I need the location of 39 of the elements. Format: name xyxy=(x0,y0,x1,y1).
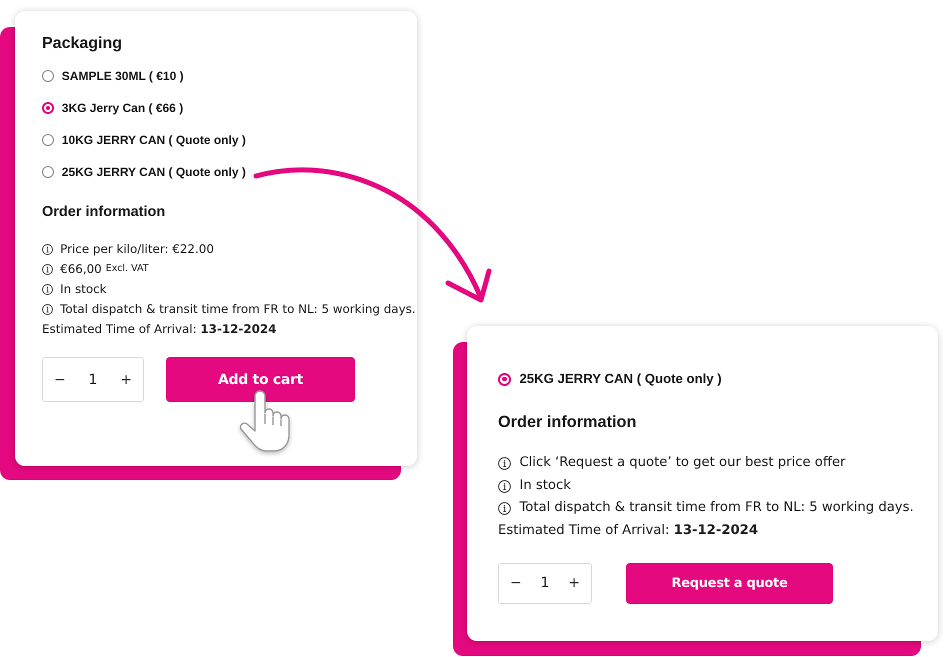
quantity-input[interactable]: 1 xyxy=(83,372,103,388)
decrease-button[interactable]: − xyxy=(50,370,70,388)
price-text: €66,00 xyxy=(60,261,102,278)
arrival-text: Estimated Time of Arrival: 13-12-2024 xyxy=(42,321,278,338)
info-icon xyxy=(42,264,53,274)
decrease-button[interactable]: − xyxy=(506,574,526,592)
info-icon xyxy=(42,244,53,254)
section-title: Packaging xyxy=(42,34,124,54)
radio-button[interactable] xyxy=(42,102,54,114)
info-icon xyxy=(498,502,511,516)
action-button[interactable]: Request a quote xyxy=(626,562,833,604)
vat-note: Excl. VAT xyxy=(106,262,149,276)
info-icon xyxy=(498,480,511,493)
increase-button[interactable]: + xyxy=(564,574,584,592)
section-title: Order information xyxy=(498,412,638,433)
option-label[interactable]: 10KG JERRY CAN ( Quote only ) xyxy=(62,132,246,148)
info-icon xyxy=(498,456,511,470)
arrival-text: Estimated Time of Arrival: 13-12-2024 xyxy=(498,522,760,540)
radio-button[interactable] xyxy=(42,134,54,146)
hand-cursor-icon xyxy=(240,390,290,452)
info-text: In stock xyxy=(60,281,107,298)
quantity-input[interactable]: 1 xyxy=(535,575,555,592)
info-icon xyxy=(42,284,53,294)
info-text: Click ‘Request a quote’ to get our best price offer xyxy=(519,454,846,472)
info-text: Total dispatch & transit time from FR to NL: 5 working days. xyxy=(60,301,416,318)
option-label[interactable]: 3KG Jerry Can ( €66 ) xyxy=(62,100,184,116)
option-label[interactable]: SAMPLE 30ML ( €10 ) xyxy=(62,68,184,84)
info-text: In stock xyxy=(519,476,571,495)
option-label[interactable]: 25KG JERRY CAN ( Quote only ) xyxy=(62,164,246,180)
increase-button[interactable]: + xyxy=(116,370,136,388)
radio-button[interactable] xyxy=(42,70,54,82)
info-text: Price per kilo/liter: €22.00 xyxy=(60,241,214,258)
info-text: Total dispatch & transit time from FR to NL: 5 working days. xyxy=(519,499,914,518)
action-button[interactable]: Add to cart xyxy=(166,357,355,402)
section-title: Order information xyxy=(42,203,166,222)
radio-button[interactable] xyxy=(498,372,511,386)
option-label[interactable]: 25KG JERRY CAN ( Quote only ) xyxy=(519,371,722,387)
info-icon xyxy=(42,304,53,314)
radio-button[interactable] xyxy=(42,166,54,178)
